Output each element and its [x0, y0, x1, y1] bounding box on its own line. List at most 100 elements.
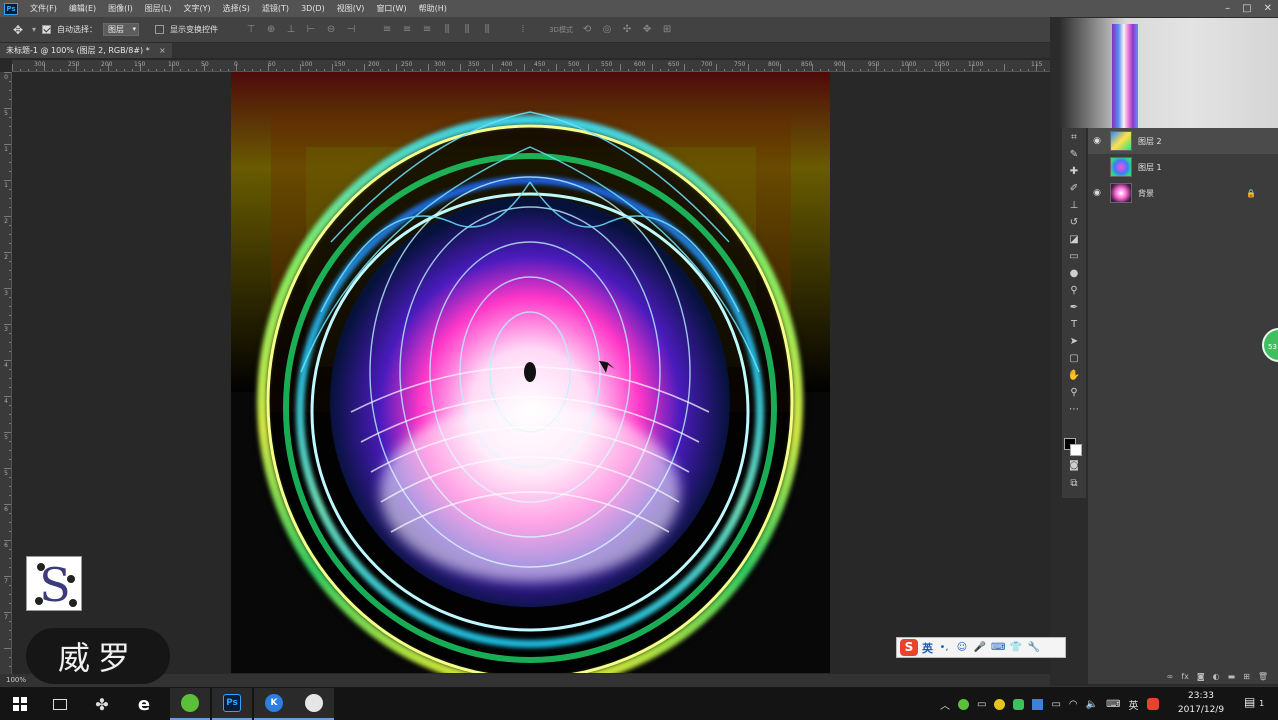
- vertical-ruler[interactable]: 0 5 1 1 2 2 3 3 4 4 5 5 6 6 7 7: [0, 72, 12, 674]
- tray-window-icon[interactable]: ▭: [1051, 699, 1060, 710]
- fx-icon[interactable]: fx: [1181, 670, 1189, 684]
- keyboard-icon[interactable]: ⌨: [991, 641, 1005, 655]
- taskbar-app-photoshop[interactable]: Ps: [212, 688, 252, 720]
- layer-row[interactable]: ◉ 背景 🔒: [1088, 180, 1278, 206]
- wifi-icon[interactable]: ◠: [1069, 699, 1078, 710]
- taskbar-app-ie[interactable]: e: [124, 688, 164, 720]
- volume-icon[interactable]: 🔈: [1086, 699, 1098, 710]
- eraser-icon[interactable]: ◪: [1064, 232, 1084, 248]
- distribute-hcenter-icon[interactable]: ⫼: [460, 24, 474, 36]
- shape-icon[interactable]: ▢: [1064, 351, 1084, 367]
- brush-icon[interactable]: ✐: [1064, 181, 1084, 197]
- gradient-icon[interactable]: ▭: [1064, 249, 1084, 265]
- stamp-icon[interactable]: ⊥: [1064, 198, 1084, 214]
- 3d-scale-icon[interactable]: ⊞: [660, 24, 674, 36]
- clock[interactable]: 23:33 2017/12/9: [1170, 689, 1232, 717]
- emoji-icon[interactable]: ☺: [955, 641, 969, 655]
- history-brush-icon[interactable]: ↺: [1064, 215, 1084, 231]
- color-swatches[interactable]: [1064, 438, 1084, 458]
- minimize-button[interactable]: –: [1225, 0, 1230, 17]
- zoom-icon[interactable]: ⚲: [1064, 385, 1084, 401]
- eye-icon[interactable]: ◉: [1088, 188, 1106, 198]
- screen-mode-icon[interactable]: ⧉: [1064, 476, 1084, 492]
- delete-layer-icon[interactable]: 🗑: [1258, 670, 1268, 684]
- menu-view[interactable]: 视图(V): [331, 0, 371, 17]
- show-transform-checkbox[interactable]: [155, 25, 165, 34]
- tray-wechat-icon[interactable]: [994, 698, 1006, 710]
- zoom-level[interactable]: 100%: [6, 676, 26, 684]
- tray-language[interactable]: 英: [1129, 697, 1139, 712]
- distribute-top-icon[interactable]: ≡: [380, 24, 394, 36]
- align-right-icon[interactable]: ⊣: [344, 24, 358, 36]
- move-tool-icon[interactable]: ✥: [10, 22, 26, 38]
- keyboard-tray-icon[interactable]: ⌨: [1106, 699, 1120, 710]
- menu-edit[interactable]: 编辑(E): [63, 0, 102, 17]
- menu-select[interactable]: 选择(S): [217, 0, 256, 17]
- menu-image[interactable]: 图像(I): [102, 0, 139, 17]
- auto-align-icon[interactable]: ⦙: [516, 24, 530, 36]
- dodge-icon[interactable]: ⚲: [1064, 283, 1084, 299]
- distribute-left-icon[interactable]: ⫼: [440, 24, 454, 36]
- align-vcenter-icon[interactable]: ⊕: [264, 24, 278, 36]
- adjustment-icon[interactable]: ◐: [1213, 670, 1220, 684]
- link-layers-icon[interactable]: ∞: [1167, 670, 1174, 684]
- document-tab[interactable]: 未标题-1 @ 100% (图层 2, RGB/8#) * ×: [0, 43, 172, 58]
- eye-icon[interactable]: ◉: [1088, 136, 1106, 146]
- menu-layer[interactable]: 图层(L): [139, 0, 178, 17]
- close-tab-icon[interactable]: ×: [159, 43, 166, 58]
- taskbar-app-kk[interactable]: K: [254, 688, 294, 720]
- 3d-roll-icon[interactable]: ◎: [600, 24, 614, 36]
- start-button[interactable]: [0, 688, 40, 720]
- 3d-slide-icon[interactable]: ✥: [640, 24, 654, 36]
- pen-icon[interactable]: ✒: [1064, 300, 1084, 316]
- more-icon[interactable]: ⋯: [1064, 402, 1084, 418]
- task-view-button[interactable]: [40, 688, 80, 720]
- background-color[interactable]: [1070, 444, 1082, 456]
- hand-icon[interactable]: ✋: [1064, 368, 1084, 384]
- align-hcenter-icon[interactable]: ⊖: [324, 24, 338, 36]
- quick-mask-icon[interactable]: ◙: [1064, 458, 1084, 474]
- notification-center-button[interactable]: ▤ 1: [1244, 695, 1264, 709]
- tray-sogou-icon[interactable]: [1146, 698, 1159, 710]
- close-button[interactable]: ✕: [1264, 0, 1272, 17]
- new-layer-icon[interactable]: ⊞: [1243, 670, 1250, 684]
- crop-icon[interactable]: ⌗: [1064, 130, 1084, 146]
- document-canvas[interactable]: [231, 72, 830, 673]
- ime-language[interactable]: 英: [922, 640, 933, 656]
- sogou-logo-icon[interactable]: S: [900, 639, 918, 656]
- auto-select-checkbox[interactable]: [42, 25, 52, 34]
- layer-row[interactable]: 图层 1: [1088, 154, 1278, 180]
- punctuation-icon[interactable]: •,: [937, 641, 951, 655]
- menu-window[interactable]: 窗口(W): [370, 0, 412, 17]
- taskbar-app-qq[interactable]: [294, 688, 334, 720]
- distribute-vcenter-icon[interactable]: ≡: [400, 24, 414, 36]
- tray-photo-icon[interactable]: [1032, 698, 1044, 710]
- taskbar-app-browser[interactable]: [170, 688, 210, 720]
- tray-app-icon[interactable]: [958, 698, 969, 710]
- microphone-icon[interactable]: 🎤: [973, 641, 987, 655]
- battery-icon[interactable]: ▭: [977, 699, 986, 710]
- blur-icon[interactable]: ●: [1064, 266, 1084, 282]
- align-left-icon[interactable]: ⊢: [304, 24, 318, 36]
- 3d-orbit-icon[interactable]: ⟲: [580, 24, 594, 36]
- maximize-button[interactable]: □: [1242, 0, 1251, 17]
- menu-help[interactable]: 帮助(H): [413, 0, 453, 17]
- horizontal-ruler[interactable]: 300 250 200 150 100 50 0 50 100 150 200 …: [12, 60, 1050, 72]
- layer-row[interactable]: ◉ 图层 2: [1088, 128, 1278, 154]
- menu-3d[interactable]: 3D(D): [295, 0, 331, 17]
- tray-expand-icon[interactable]: ︿: [940, 697, 950, 712]
- menu-type[interactable]: 文字(Y): [177, 0, 216, 17]
- group-icon[interactable]: ▬: [1228, 670, 1236, 684]
- distribute-bottom-icon[interactable]: ≡: [420, 24, 434, 36]
- settings-wrench-icon[interactable]: 🔧: [1027, 641, 1041, 655]
- 3d-pan-icon[interactable]: ✣: [620, 24, 634, 36]
- menu-file[interactable]: 文件(F): [24, 0, 63, 17]
- eyedropper-icon[interactable]: ✎: [1064, 147, 1084, 163]
- menu-filter[interactable]: 滤镜(T): [256, 0, 295, 17]
- tray-game-icon[interactable]: [1013, 698, 1025, 710]
- align-top-icon[interactable]: ⊤: [244, 24, 258, 36]
- skin-icon[interactable]: 👕: [1009, 641, 1023, 655]
- align-bottom-icon[interactable]: ⊥: [284, 24, 298, 36]
- auto-select-dropdown[interactable]: 图层: [103, 23, 140, 36]
- type-icon[interactable]: T: [1064, 317, 1084, 333]
